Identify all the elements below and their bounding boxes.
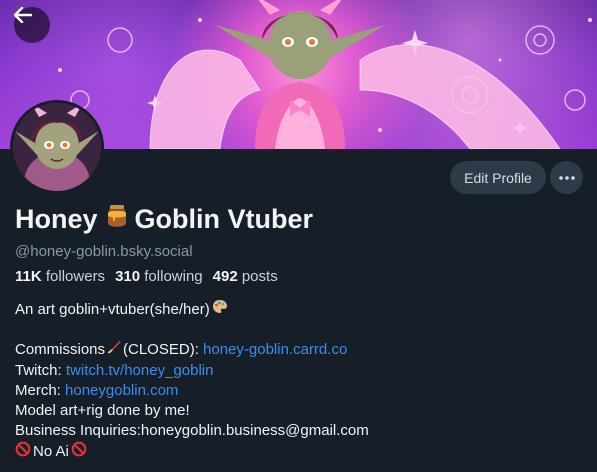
followers-link[interactable]: 11K followers	[15, 268, 105, 285]
profile-page: Edit Profile Honey Goblin Vtuber @honey-…	[0, 0, 597, 472]
avatar[interactable]	[10, 100, 104, 194]
bio-line-model: Model art+rig done by me!	[15, 402, 190, 419]
bio-spacer	[15, 320, 369, 340]
bio-intro-text: An art goblin+vtuber(she/her)	[15, 300, 210, 318]
honey-pot-icon	[105, 203, 129, 236]
bio-line-commissions: Commissions (CLOSED): honey-goblin.carrd…	[15, 340, 369, 360]
avatar-artwork	[13, 103, 101, 191]
profile-bio: An art goblin+vtuber(she/her) Commission…	[15, 299, 369, 464]
profile-stats: 11K followers 310 following 492 posts	[15, 268, 278, 285]
twitch-link[interactable]: twitch.tv/honey_goblin	[66, 361, 214, 381]
posts-stat: 492 posts	[213, 268, 278, 285]
back-button[interactable]	[14, 7, 50, 43]
bio-line-merch: Merch: honeygoblin.com	[15, 381, 369, 401]
prohibited-icon	[15, 441, 31, 463]
bio-line-intro: An art goblin+vtuber(she/her)	[15, 299, 369, 320]
merch-link[interactable]: honeygoblin.com	[65, 381, 178, 401]
followers-label: followers	[45, 268, 106, 285]
paintbrush-icon	[107, 340, 121, 360]
edit-profile-label: Edit Profile	[464, 169, 532, 186]
followers-count: 11K	[15, 268, 42, 285]
ellipsis-icon	[558, 175, 575, 180]
display-name: Honey Goblin Vtuber	[15, 203, 313, 236]
edit-profile-button[interactable]: Edit Profile	[450, 161, 546, 194]
commissions-link[interactable]: honey-goblin.carrd.co	[203, 340, 347, 360]
merch-label: Merch:	[15, 381, 61, 399]
prohibited-icon	[71, 441, 87, 463]
display-name-part1: Honey	[15, 204, 98, 234]
arrow-left-icon	[14, 7, 32, 23]
more-options-button[interactable]	[550, 161, 583, 194]
commissions-status: (CLOSED):	[123, 341, 199, 359]
twitch-label: Twitch:	[15, 361, 62, 379]
bio-line-twitch: Twitch: twitch.tv/honey_goblin	[15, 361, 369, 381]
posts-count: 492	[212, 268, 238, 285]
no-ai-text: No Ai	[33, 443, 69, 461]
following-label: following	[144, 268, 203, 285]
commissions-prefix: Commissions	[15, 341, 106, 359]
profile-handle: @honey-goblin.bsky.social	[15, 243, 193, 260]
palette-icon	[212, 299, 228, 320]
bio-line-business: Business Inquiries:honeygoblin.business@…	[15, 422, 369, 440]
following-count: 310	[115, 268, 141, 285]
posts-label: posts	[241, 268, 278, 285]
display-name-part2: Goblin Vtuber	[134, 204, 314, 234]
following-link[interactable]: 310 following	[115, 268, 203, 285]
bio-line-no-ai: No Ai	[15, 441, 369, 463]
